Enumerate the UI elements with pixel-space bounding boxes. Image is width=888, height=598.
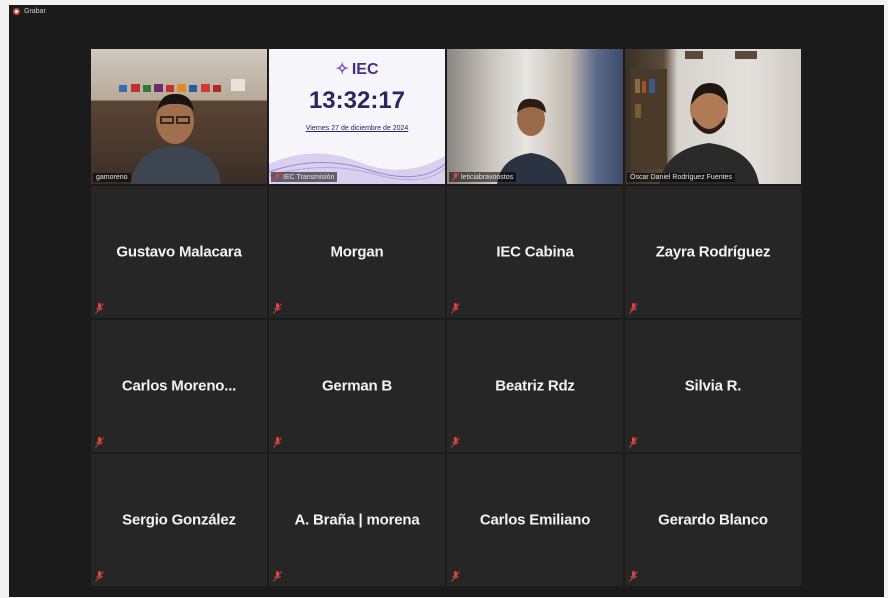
iec-logo: ✧ IEC bbox=[335, 61, 379, 78]
mic-muted-icon bbox=[273, 437, 282, 448]
mic-muted-icon bbox=[451, 303, 460, 314]
broadcast-clock: 13:32:17 bbox=[308, 87, 406, 114]
shared-broadcast-screen: ✧ IEC 13:32:17 Viernes 27 de diciembre de… bbox=[269, 49, 445, 184]
video-tile-iec-transmision[interactable]: ✧ IEC 13:32:17 Viernes 27 de diciembre de… bbox=[269, 49, 445, 184]
mic-muted-icon bbox=[451, 437, 460, 448]
broadcast-date: Viernes 27 de diciembre de 2024 bbox=[305, 125, 409, 132]
video-tile-leticiabravoostos[interactable]: leticiabravoostos bbox=[447, 49, 623, 184]
meeting-window: Grabar gamoreno ✧ IEC 13:32:17 Viernes 2… bbox=[9, 5, 884, 597]
mic-muted-icon bbox=[451, 571, 460, 582]
participant-name: IEC Cabina bbox=[496, 243, 574, 261]
participant-name: Gustavo Malacara bbox=[116, 243, 242, 261]
video-tile-oscar-daniel[interactable]: Óscar Daniel Rodríguez Fuentes bbox=[625, 49, 801, 184]
video-tile-gamoreno[interactable]: gamoreno bbox=[91, 49, 267, 184]
participant-tile[interactable]: Gerardo Blanco bbox=[625, 454, 801, 586]
mic-muted-icon bbox=[95, 303, 104, 314]
mic-muted-icon bbox=[95, 437, 104, 448]
participant-tile[interactable]: Morgan bbox=[269, 186, 445, 318]
participant-video bbox=[447, 49, 623, 184]
participant-tile[interactable]: Zayra Rodríguez bbox=[625, 186, 801, 318]
participant-tile[interactable]: Silvia R. bbox=[625, 320, 801, 452]
participant-name: Gerardo Blanco bbox=[658, 511, 768, 529]
participant-grid: gamoreno ✧ IEC 13:32:17 Viernes 27 de dic… bbox=[91, 49, 801, 586]
mic-muted-icon bbox=[452, 173, 459, 181]
participant-tile[interactable]: Beatriz Rdz bbox=[447, 320, 623, 452]
participant-name: Carlos Emiliano bbox=[479, 511, 591, 529]
participant-name: Silvia R. bbox=[684, 377, 742, 395]
participant-tile[interactable]: Carlos Moreno... bbox=[91, 320, 267, 452]
recording-label: Grabar bbox=[24, 8, 46, 15]
participant-name: German B bbox=[321, 377, 393, 395]
participant-name: Morgan bbox=[330, 243, 384, 261]
participant-tile[interactable]: IEC Cabina bbox=[447, 186, 623, 318]
participant-name-label: leticiabravoostos bbox=[449, 172, 517, 182]
mic-muted-icon bbox=[629, 437, 638, 448]
participant-tile[interactable]: Carlos Emiliano bbox=[447, 454, 623, 586]
mic-muted-icon bbox=[274, 173, 281, 181]
mic-muted-icon bbox=[273, 571, 282, 582]
participant-video bbox=[625, 49, 801, 184]
participant-name-label: gamoreno bbox=[93, 173, 131, 182]
participant-tile[interactable]: German B bbox=[269, 320, 445, 452]
participant-video bbox=[91, 49, 267, 184]
participant-name: Zayra Rodríguez bbox=[655, 243, 771, 261]
participant-name: Beatriz Rdz bbox=[495, 377, 575, 395]
participant-tile[interactable]: A. Braña | morena bbox=[269, 454, 445, 586]
mic-muted-icon bbox=[95, 571, 104, 582]
participant-name: Sergio González bbox=[122, 511, 236, 529]
mic-muted-icon bbox=[629, 303, 638, 314]
participant-name-label: Óscar Daniel Rodríguez Fuentes bbox=[627, 173, 735, 182]
participant-tile[interactable]: Sergio González bbox=[91, 454, 267, 586]
participant-name: Carlos Moreno... bbox=[121, 377, 237, 395]
participant-tile[interactable]: Gustavo Malacara bbox=[91, 186, 267, 318]
mic-muted-icon bbox=[629, 571, 638, 582]
record-dot-icon bbox=[13, 8, 20, 15]
participant-name: A. Braña | morena bbox=[294, 511, 420, 529]
recording-indicator[interactable]: Grabar bbox=[13, 8, 46, 15]
mic-muted-icon bbox=[273, 303, 282, 314]
participant-name-label: IEC Transmisión bbox=[271, 172, 338, 182]
